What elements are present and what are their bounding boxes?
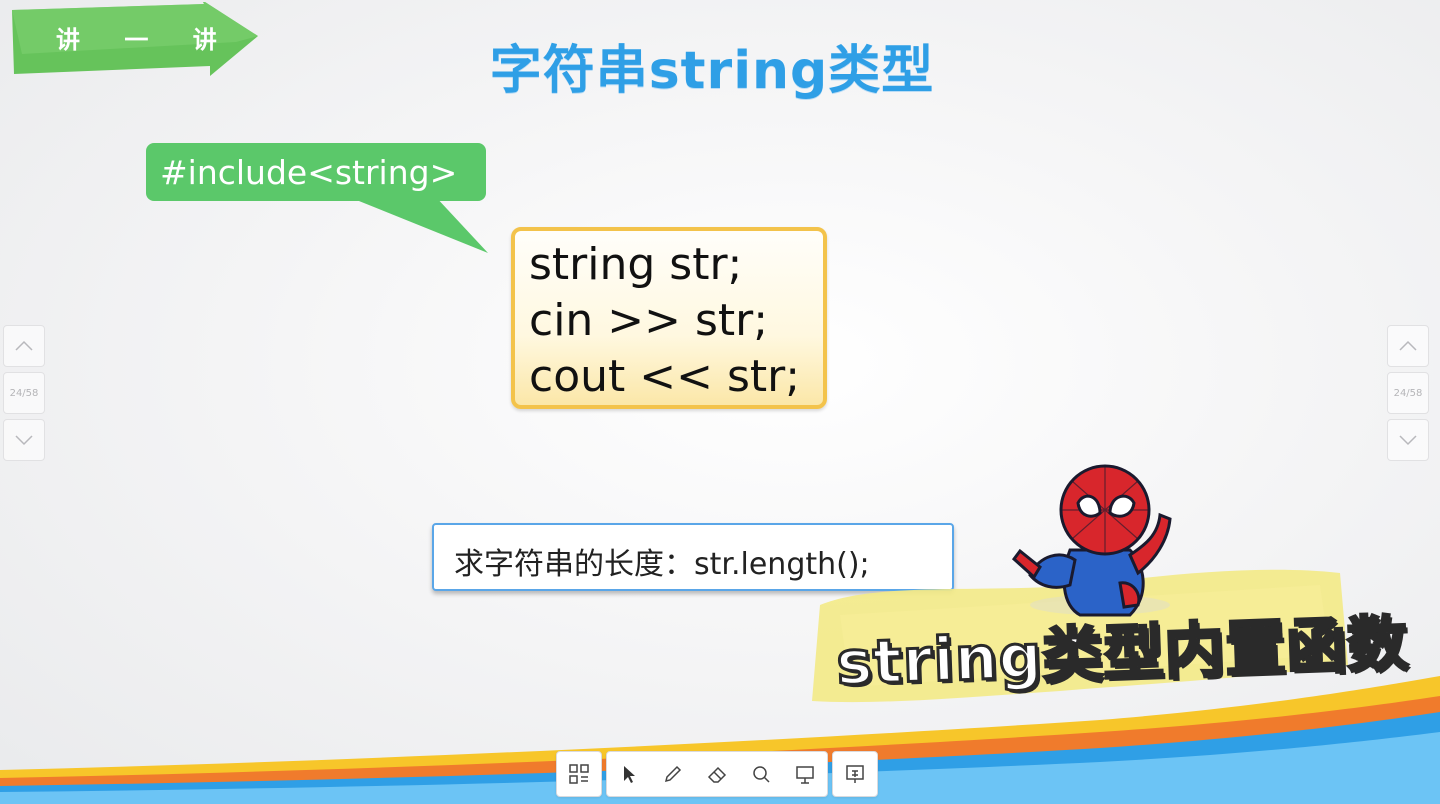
grid-icon [569,764,589,784]
presentation-icon [846,765,864,783]
topic-sticker: string类型内置函数 [800,455,1411,725]
chevron-up-icon [1399,340,1417,351]
page-indicator: 24/58 [3,372,45,414]
right-page-nav: 24/58 [1387,325,1429,466]
slide-title: 字符串string类型 [0,28,1440,103]
page-indicator-right: 24/58 [1387,372,1429,414]
screen-icon [796,766,814,784]
toolbar-group-present [832,751,878,797]
pen-icon [664,765,682,783]
toolbar-group-tools [606,751,828,797]
chevron-down-icon [1399,435,1417,446]
callout-tail [344,195,488,253]
search-button[interactable] [739,752,783,796]
code-line-1: string str; [529,239,743,290]
page-number-left: 24/58 [9,387,39,399]
pen-button[interactable] [651,752,695,796]
search-icon [753,766,770,783]
code-line-2: cin >> str; [529,295,769,346]
eraser-button[interactable] [695,752,739,796]
presentation-button[interactable] [833,752,877,796]
toolbar-group-grid [556,751,602,797]
screen-button[interactable] [783,752,827,796]
next-page-button[interactable] [3,419,45,461]
bottom-toolbar [556,751,878,797]
next-page-button-right[interactable] [1387,419,1429,461]
pointer-button[interactable] [607,752,651,796]
pointer-icon [624,766,635,783]
slide-stage: 讲 一 讲 字符串string类型 #include<string> strin… [0,0,1440,804]
grid-button[interactable] [557,752,601,796]
chevron-down-icon [15,435,33,446]
prev-page-button[interactable] [3,325,45,367]
spiderman-character-icon [1011,464,1172,617]
code-line-3: cout << str; [529,351,801,402]
left-page-nav: 24/58 [3,325,45,466]
include-callout: #include<string> [146,143,488,253]
prev-page-button-right[interactable] [1387,325,1429,367]
include-label: #include<string> [160,153,458,192]
slide-title-text: 字符串string类型 [489,41,935,101]
code-box: string str; cin >> str; cout << str; [511,227,827,409]
chevron-up-icon [15,340,33,351]
page-number-right: 24/58 [1393,387,1423,399]
eraser-icon [707,766,727,783]
